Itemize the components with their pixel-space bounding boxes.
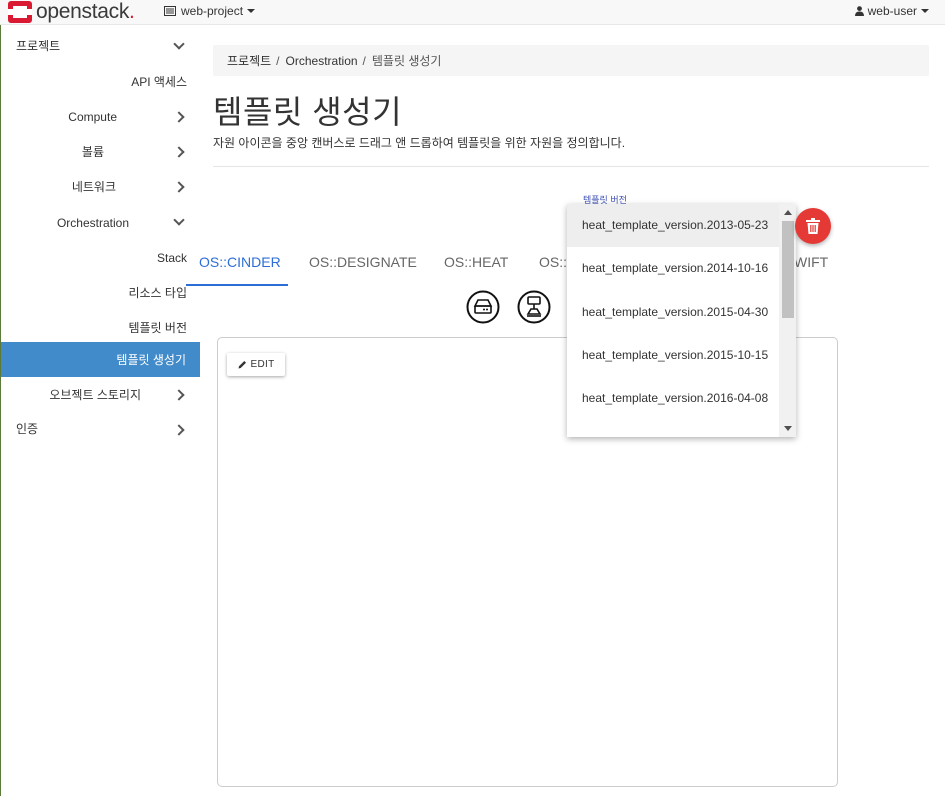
sidebar-item-resource-types[interactable]: 리소스 타입 <box>1 275 187 310</box>
sidebar-item-label: 템플릿 생성기 <box>116 353 186 367</box>
dropdown-option[interactable]: heat_template_version.2016-04-08 <box>567 377 779 420</box>
active-tab-indicator <box>186 284 288 286</box>
project-name: web-project <box>181 4 244 18</box>
sidebar-item-stack[interactable]: Stack <box>1 240 187 275</box>
breadcrumb-separator: / <box>362 53 366 68</box>
brand-logo[interactable]: openstack. <box>8 1 135 23</box>
chevron-right-icon[interactable] <box>173 181 185 193</box>
hard-drive-icon[interactable] <box>466 290 500 324</box>
sidebar-item-label: API 액세스 <box>131 75 187 89</box>
sidebar-item-label: 볼륨 <box>81 145 104 159</box>
scroll-down-arrow-icon[interactable] <box>784 426 792 431</box>
breadcrumb: 프로젝트 / Orchestration / 템플릿 생성기 <box>213 45 929 76</box>
project-icon <box>164 6 176 16</box>
dropdown-option[interactable]: heat_template_version.2013-05-23 <box>567 204 779 247</box>
breadcrumb-item-current: 템플릿 생성기 <box>371 54 442 68</box>
chevron-down-icon <box>921 9 929 13</box>
sidebar-item-label: Orchestration <box>56 215 129 230</box>
sidebar-item-label: 인증 <box>16 422 39 436</box>
sidebar-item-orchestration[interactable]: Orchestration <box>1 205 129 240</box>
sidebar-item-identity[interactable]: 인증 <box>16 411 200 446</box>
template-version-dropdown[interactable]: heat_template_version.2013-05-23 heat_te… <box>567 204 796 437</box>
chevron-down-icon <box>247 9 256 13</box>
sidebar: 프로젝트 API 액세스 Compute 볼륨 네트워크 Orchestrati… <box>0 25 200 796</box>
openstack-logo-icon <box>8 1 32 23</box>
tab-os-cinder[interactable]: OS::CINDER <box>199 245 281 285</box>
sidebar-item-label: Compute <box>68 109 117 124</box>
sidebar-item-api-access[interactable]: API 액세스 <box>1 64 187 99</box>
page-title: 템플릿 생성기 <box>213 94 403 130</box>
sidebar-item-label: 리소스 타입 <box>128 286 187 300</box>
tab-os-heat[interactable]: OS::HEAT <box>444 245 508 285</box>
pencil-icon <box>238 361 246 369</box>
user-name: web-user <box>867 4 917 18</box>
sidebar-item-label: 템플릿 버전 <box>128 321 187 335</box>
chevron-right-icon[interactable] <box>173 111 185 123</box>
user-menu[interactable]: web-user <box>854 4 929 18</box>
edit-button-label: EDIT <box>250 359 275 370</box>
edit-button[interactable]: EDIT <box>227 353 285 376</box>
top-navbar: openstack. web-project web-user <box>0 0 945 25</box>
volume-attachment-icon[interactable] <box>517 290 551 324</box>
sidebar-item-volumes[interactable]: 볼륨 <box>1 134 104 169</box>
breadcrumb-item-orchestration[interactable]: Orchestration <box>286 54 358 68</box>
tab-os-designate[interactable]: OS::DESIGNATE <box>309 245 417 285</box>
sidebar-item-network[interactable]: 네트워크 <box>1 169 116 204</box>
breadcrumb-item-project[interactable]: 프로젝트 <box>227 52 271 69</box>
brand-name: openstack <box>36 0 130 23</box>
user-icon <box>854 6 864 16</box>
chevron-down-icon <box>173 38 185 50</box>
dropdown-option[interactable]: heat_template_version.2015-10-15 <box>567 334 779 377</box>
sidebar-item-label: 네트워크 <box>71 180 116 194</box>
page-description: 자원 아이콘을 중앙 캔버스로 드래그 앤 드롭하여 템플릿을 위한 자원을 정… <box>213 136 626 150</box>
trash-icon <box>806 218 820 234</box>
dropdown-option[interactable]: heat_template_version.2014-10-16 <box>567 247 779 290</box>
chevron-down-icon[interactable] <box>173 214 185 226</box>
scrollbar-thumb[interactable] <box>782 221 794 318</box>
sidebar-item-label: 프로젝트 <box>16 39 61 53</box>
dropdown-scrollbar[interactable] <box>779 204 796 437</box>
divider <box>213 166 929 167</box>
sidebar-item-label: Stack <box>156 250 187 265</box>
chevron-right-icon[interactable] <box>173 389 185 401</box>
sidebar-item-template-generator[interactable]: 템플릿 생성기 <box>1 342 200 377</box>
scroll-up-arrow-icon[interactable] <box>784 210 792 215</box>
dropdown-option[interactable]: heat_template_version.2015-04-30 <box>567 291 779 334</box>
sidebar-item-label: 오브젝트 스토리지 <box>49 388 141 402</box>
sidebar-item-compute[interactable]: Compute <box>1 99 117 134</box>
delete-button[interactable] <box>795 208 831 244</box>
template-version-label: 템플릿 버전 <box>583 195 627 204</box>
tab-os-swift[interactable]: WIFT <box>794 245 828 285</box>
brand-dot: . <box>129 0 135 23</box>
sidebar-item-template-versions[interactable]: 템플릿 버전 <box>1 310 187 345</box>
sidebar-item-project[interactable]: 프로젝트 <box>16 28 200 63</box>
breadcrumb-separator: / <box>276 53 280 68</box>
sidebar-item-object-storage[interactable]: 오브젝트 스토리지 <box>1 377 141 412</box>
project-selector[interactable]: web-project <box>164 4 256 18</box>
chevron-right-icon[interactable] <box>173 146 185 158</box>
